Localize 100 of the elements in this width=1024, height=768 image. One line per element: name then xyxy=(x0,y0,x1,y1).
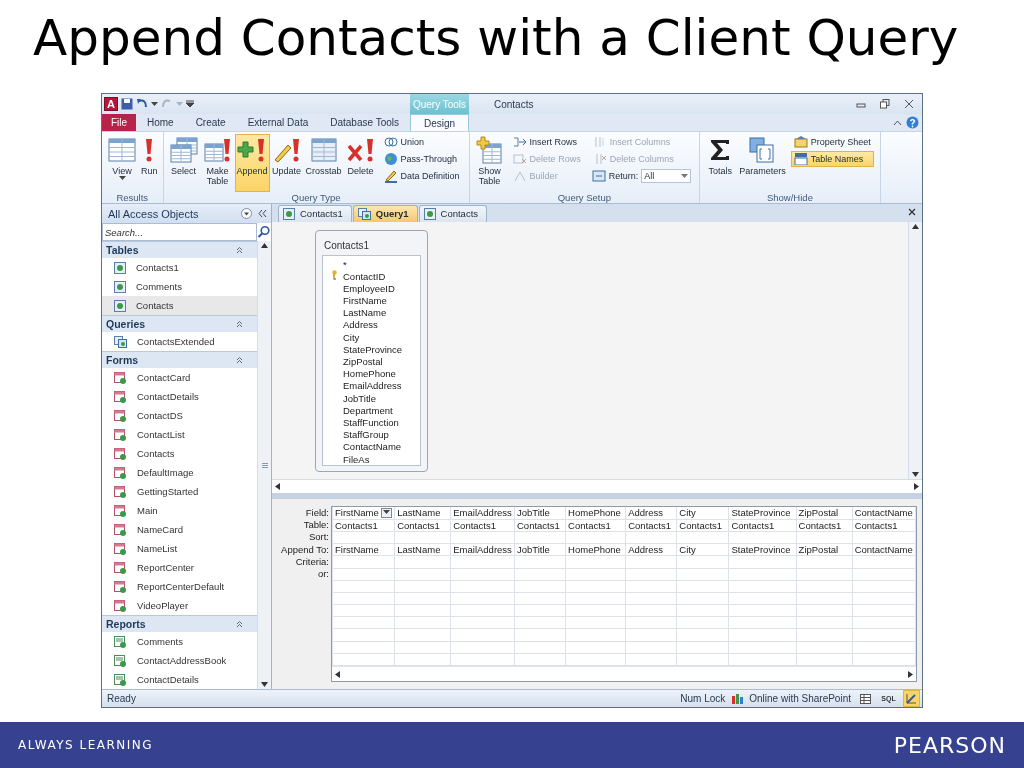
field-name[interactable]: * xyxy=(343,258,347,270)
field-name[interactable]: FileAs xyxy=(343,453,370,465)
ribbon-button[interactable]: Make Table xyxy=(200,134,235,192)
scrollbar[interactable] xyxy=(908,221,922,480)
nav-item[interactable]: DefaultImage xyxy=(102,463,257,482)
scrollbar[interactable] xyxy=(332,666,916,681)
form-icon xyxy=(114,599,127,612)
nav-item[interactable]: VideoPlayer xyxy=(102,596,257,615)
search-field[interactable]: Search... xyxy=(102,223,257,241)
ribbon-button[interactable]: Table Names xyxy=(790,151,874,167)
field-name[interactable]: LastName xyxy=(343,307,387,319)
nav-item[interactable]: Comments xyxy=(102,277,257,296)
table-icon xyxy=(423,207,436,220)
nav-item[interactable]: ContactDS xyxy=(102,406,257,425)
return-label: Return: xyxy=(608,171,639,181)
field-name[interactable]: Address xyxy=(343,319,378,331)
field-name[interactable]: EmailAddress xyxy=(343,380,402,392)
ribbon-button[interactable]: Append xyxy=(234,134,270,192)
field-name[interactable]: StaffGroup xyxy=(343,429,389,441)
ribbon-tab[interactable]: External Data xyxy=(236,114,320,131)
ribbon-button[interactable]: Property Sheet xyxy=(790,134,874,150)
field-name[interactable]: ZipPostal xyxy=(343,356,383,367)
restore-icon[interactable] xyxy=(880,99,890,109)
nav-item[interactable]: Contacts1 xyxy=(102,258,257,277)
field-name[interactable]: StaffFunction xyxy=(343,416,399,428)
ribbon-tab[interactable]: Database Tools xyxy=(319,114,410,131)
nav-item[interactable]: Main xyxy=(102,501,257,520)
nav-item[interactable]: ContactList xyxy=(102,425,257,444)
ribbon-button[interactable]: Crosstab xyxy=(303,134,344,192)
ribbon-tab[interactable]: Design xyxy=(410,114,469,131)
nav-group-header[interactable]: Reports xyxy=(102,615,257,632)
sharepoint-status[interactable]: Online with SharePoint xyxy=(749,693,851,704)
field-name[interactable]: JobTitle xyxy=(343,392,376,404)
field-list-window[interactable]: Contacts1 * ContactID EmployeeID FirstName LastName Address City StateProvince ZipPostal HomePhone EmailAddress JobTitle Department StaffFunction StaffGroup ContactName FileAs xyxy=(315,229,428,473)
field-name[interactable]: HomePhone xyxy=(343,368,396,380)
row-label: Sort: xyxy=(308,531,329,544)
ribbon-button[interactable]: Pass-Through xyxy=(380,151,463,167)
undo-icon[interactable] xyxy=(136,98,148,110)
form-icon xyxy=(114,542,127,555)
document-tab[interactable]: Query1 xyxy=(352,204,418,222)
nav-item[interactable]: ContactsExtended xyxy=(102,332,257,351)
dropdown-circle-icon[interactable] xyxy=(241,208,252,219)
field-name[interactable]: City xyxy=(343,331,360,343)
collapse-pane-icon[interactable] xyxy=(258,209,267,218)
customize-icon[interactable] xyxy=(186,100,194,108)
table-icon xyxy=(114,280,126,293)
ribbon-button[interactable]: Select xyxy=(166,134,201,192)
ribbon-button[interactable]: Delete xyxy=(343,134,378,192)
exclamation-icon xyxy=(145,138,154,162)
scrollbar[interactable] xyxy=(272,479,922,494)
nav-item[interactable]: ContactCard xyxy=(102,368,257,387)
sharepoint-icon xyxy=(731,692,744,705)
nav-item[interactable]: ReportCenterDefault xyxy=(102,577,257,596)
field-list-title: Contacts1 xyxy=(323,238,371,253)
nav-item[interactable]: Contacts xyxy=(102,444,257,463)
ribbon-tab[interactable]: Create xyxy=(184,114,237,131)
ribbon-button[interactable]: Run xyxy=(139,134,160,192)
field-name[interactable]: Department xyxy=(343,404,393,416)
ribbon-button[interactable]: Union xyxy=(380,134,463,150)
nav-item[interactable]: ContactDetails xyxy=(102,387,257,406)
report-icon xyxy=(114,654,127,667)
ribbon-button[interactable]: Insert Rows xyxy=(509,134,584,150)
field-name[interactable]: EmployeeID xyxy=(343,282,395,294)
document-tab[interactable]: Contacts xyxy=(418,204,488,222)
nav-item[interactable]: ContactAddressBook xyxy=(102,651,257,670)
field-name[interactable]: ContactID xyxy=(343,270,386,282)
field-name[interactable]: FirstName xyxy=(343,295,387,307)
close-icon[interactable] xyxy=(904,99,914,109)
ribbon-tab[interactable]: Home xyxy=(135,114,185,131)
dropdown-button[interactable] xyxy=(381,507,393,518)
field-name[interactable]: ContactName xyxy=(343,441,402,453)
field-name[interactable]: StateProvince xyxy=(343,343,403,355)
return-dropdown[interactable]: All xyxy=(641,169,692,183)
ribbon-button[interactable]: View xyxy=(105,134,139,192)
ribbon-button[interactable]: Parameters xyxy=(737,134,788,192)
dropdown-caret-icon xyxy=(681,173,689,179)
design-view-button[interactable] xyxy=(903,690,920,707)
scrollbar[interactable] xyxy=(257,241,271,689)
nav-item[interactable]: ContactDetails xyxy=(102,670,257,689)
nav-item[interactable]: GettingStarted xyxy=(102,482,257,501)
help-icon[interactable] xyxy=(906,116,919,129)
nav-group-header[interactable]: Forms xyxy=(102,351,257,368)
document-tab[interactable]: Contacts1 xyxy=(278,204,352,222)
scroll-right-icon xyxy=(914,483,919,491)
close-icon[interactable] xyxy=(908,208,916,217)
nav-item[interactable]: ReportCenter xyxy=(102,558,257,577)
ribbon-button[interactable]: Data Definition xyxy=(380,168,463,184)
save-icon[interactable] xyxy=(121,98,133,110)
x-exclamation-icon xyxy=(345,136,376,164)
ribbon-button[interactable]: Update xyxy=(269,134,304,192)
nav-item[interactable]: Comments xyxy=(102,632,257,651)
ribbon-button[interactable]: Show Table xyxy=(472,134,507,192)
ribbon-button[interactable]: Totals xyxy=(703,134,738,192)
nav-item[interactable]: Contacts xyxy=(102,296,257,315)
nav-item[interactable]: NameList xyxy=(102,539,257,558)
ribbon-tab[interactable]: File xyxy=(102,114,136,131)
nav-item[interactable]: NameCard xyxy=(102,520,257,539)
nav-group-header[interactable]: Queries xyxy=(102,315,257,332)
nav-group-header[interactable]: Tables xyxy=(102,241,257,258)
collapse-ribbon-icon[interactable] xyxy=(893,119,902,126)
